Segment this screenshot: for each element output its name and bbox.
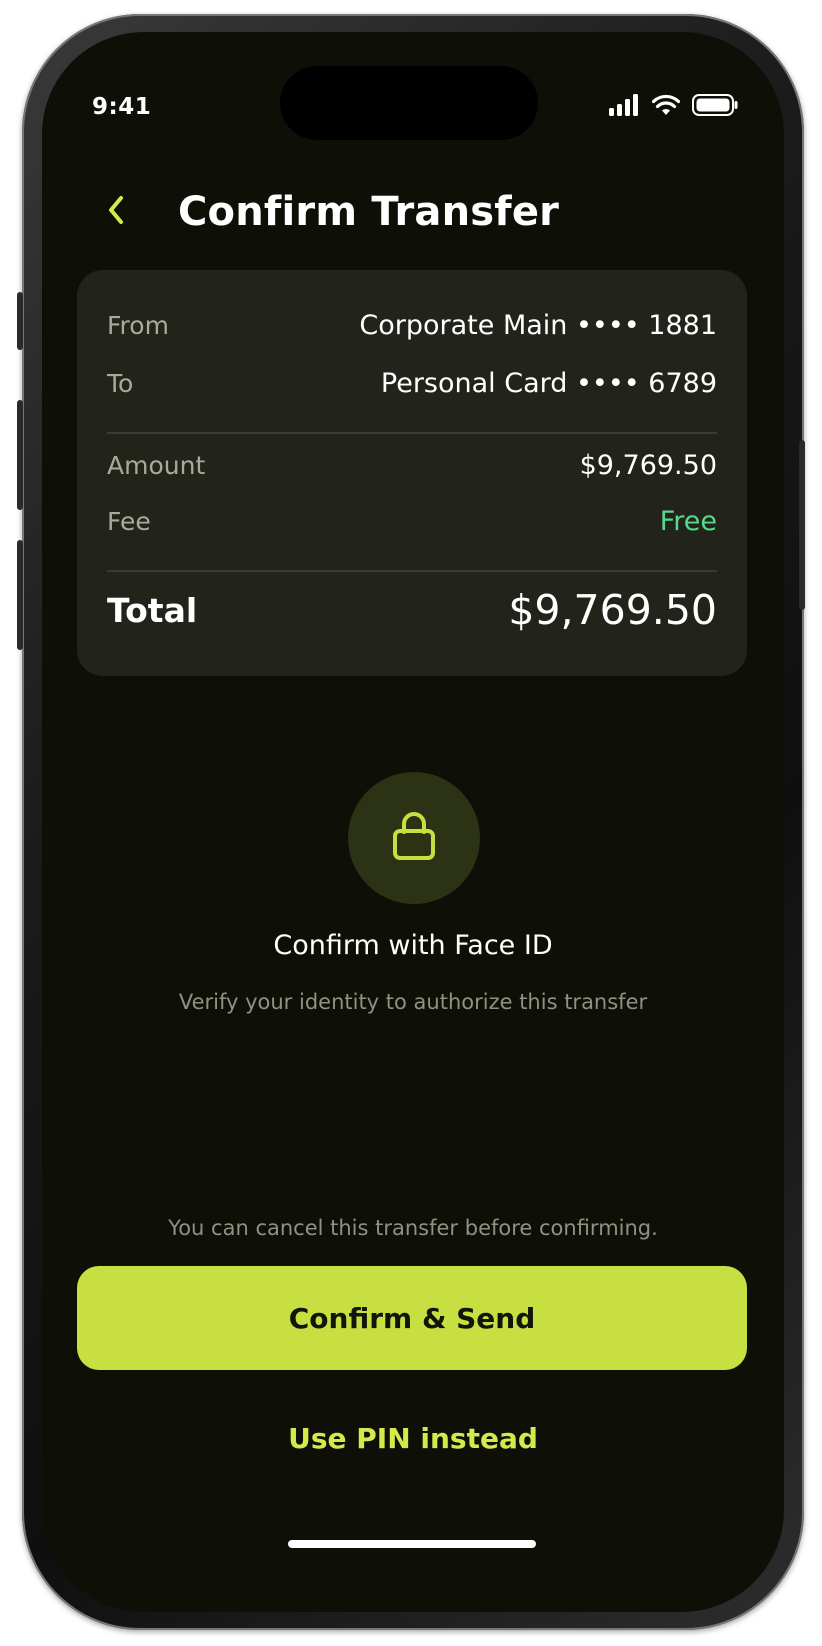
status-icons (608, 94, 738, 120)
fee-row: Fee Free (107, 506, 717, 537)
from-account: Corporate Main •••• 1881 (359, 310, 717, 341)
cancel-note: You can cancel this transfer before conf… (168, 1216, 658, 1240)
amount-value: $9,769.50 (579, 450, 717, 481)
divider (107, 570, 717, 572)
action-button (17, 292, 23, 350)
to-label: To (107, 369, 134, 398)
use-pin-link[interactable]: Use PIN instead (42, 1422, 784, 1455)
amount-label: Amount (107, 451, 206, 480)
face-id-subtitle: Verify your identity to authorize this t… (178, 990, 648, 1014)
total-row: Total $9,769.50 (107, 586, 717, 634)
volume-up-button (17, 400, 23, 510)
battery-icon (692, 94, 738, 120)
chevron-left-icon (105, 194, 127, 230)
transfer-summary-card: From Corporate Main •••• 1881 To Persona… (77, 270, 747, 676)
from-label: From (107, 311, 169, 340)
phone-screen: 9:41 Confirm Transfer From Corporate Mai… (42, 32, 784, 1612)
header: Confirm Transfer (96, 182, 559, 242)
page-title: Confirm Transfer (178, 189, 560, 235)
power-button (799, 440, 805, 610)
cellular-signal-icon (608, 94, 640, 120)
dynamic-island (280, 66, 538, 140)
amount-row: Amount $9,769.50 (107, 450, 717, 481)
total-label: Total (107, 590, 198, 630)
total-value: $9,769.50 (508, 586, 717, 634)
back-button[interactable] (96, 192, 136, 232)
from-row: From Corporate Main •••• 1881 (107, 310, 717, 341)
to-account: Personal Card •••• 6789 (380, 368, 717, 399)
divider (107, 432, 717, 434)
face-id-title: Confirm with Face ID (273, 930, 553, 961)
to-row: To Personal Card •••• 6789 (107, 368, 717, 399)
confirm-send-button[interactable]: Confirm & Send (77, 1266, 747, 1370)
fee-label: Fee (107, 507, 151, 536)
status-time: 9:41 (92, 94, 152, 120)
fee-value: Free (659, 506, 717, 537)
lock-icon (390, 810, 438, 866)
face-id-button[interactable] (348, 772, 480, 904)
home-indicator[interactable] (288, 1540, 536, 1548)
wifi-icon (651, 94, 681, 120)
volume-down-button (17, 540, 23, 650)
